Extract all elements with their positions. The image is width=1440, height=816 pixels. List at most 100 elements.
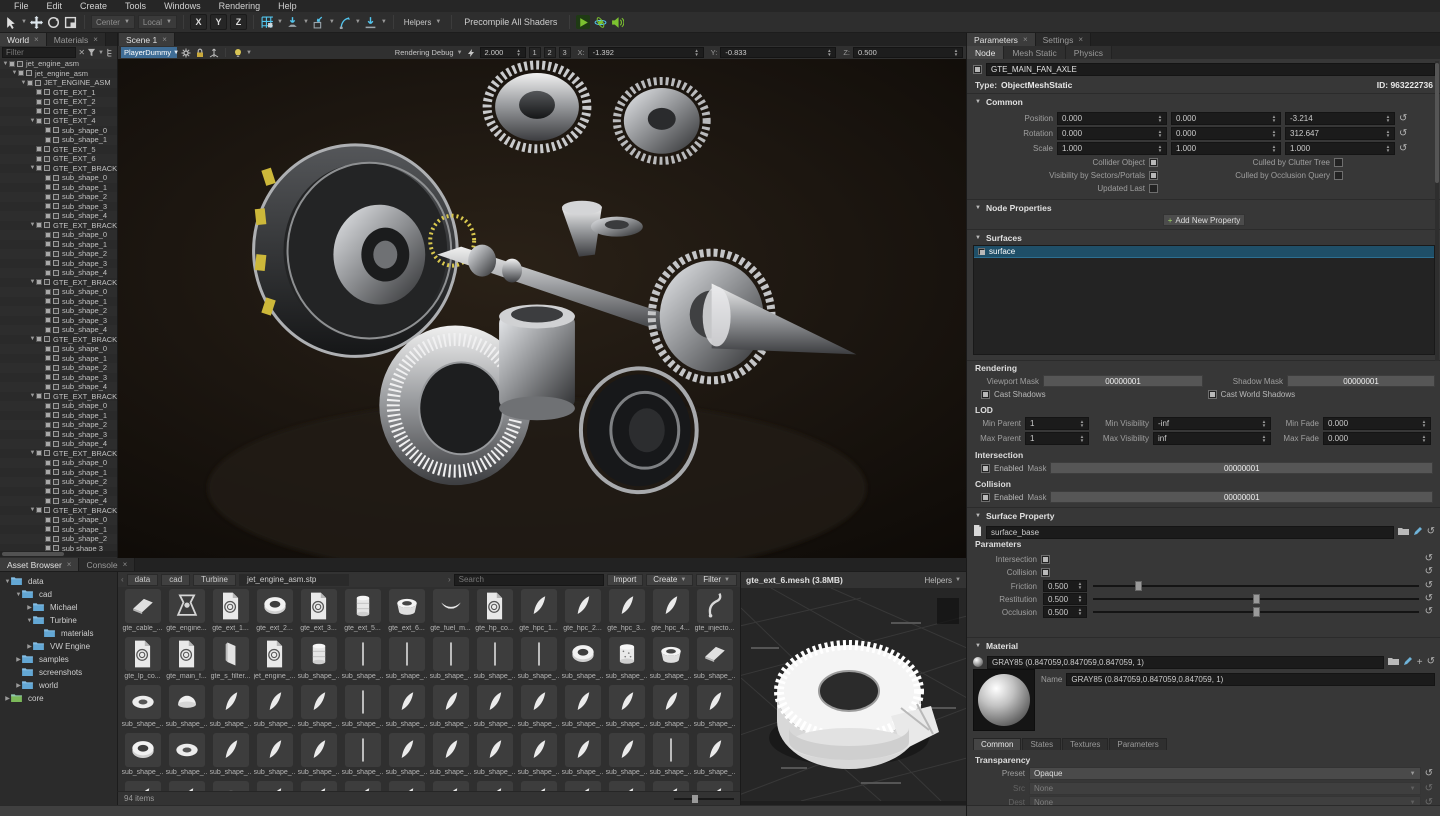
- node-enabled-checkbox[interactable]: [36, 222, 42, 228]
- visibility-sectors-checkbox[interactable]: [1149, 171, 1158, 180]
- node-enabled-checkbox[interactable]: [45, 289, 51, 295]
- camera-settings-gear-icon[interactable]: [180, 47, 191, 58]
- max-visibility-field[interactable]: inf: [1153, 432, 1271, 445]
- snap-rotate-dropdown-icon[interactable]: ▼: [355, 19, 361, 25]
- expand-arrow-icon[interactable]: ▼: [29, 507, 36, 513]
- node-enabled-checkbox[interactable]: [45, 203, 51, 209]
- expand-arrow-icon[interactable]: ▼: [2, 61, 9, 67]
- node-properties-header[interactable]: ▼Node Properties: [975, 203, 1052, 213]
- asset-tile-sub-shape[interactable]: sub_shape_...: [561, 637, 604, 684]
- node-enabled-checkbox[interactable]: [45, 317, 51, 323]
- y-coord-field[interactable]: -0.833: [720, 47, 836, 58]
- occlusion-reset-icon[interactable]: ↺: [1425, 607, 1433, 617]
- tree-node-sub-shape-3[interactable]: sub_shape_3: [0, 430, 117, 440]
- axis-x-button[interactable]: X: [190, 14, 207, 30]
- asset-tile-sub-shape[interactable]: [517, 781, 560, 791]
- shadow-mask-field[interactable]: 00000001: [1287, 375, 1435, 387]
- close-icon[interactable]: ×: [123, 560, 128, 569]
- asset-tile-sub-shape[interactable]: [297, 781, 340, 791]
- asset-tile-sub-shape[interactable]: [561, 781, 604, 791]
- surface-list-item[interactable]: surface: [974, 246, 1434, 258]
- asset-tile-gte-hp-co[interactable]: gte_hp_co...: [473, 589, 516, 636]
- material-tab-textures[interactable]: Textures: [1062, 738, 1108, 750]
- restitution-slider[interactable]: [1093, 598, 1419, 600]
- menu-windows[interactable]: Windows: [156, 1, 209, 11]
- select-tool-dropdown-icon[interactable]: ▼: [21, 19, 27, 25]
- tab-console[interactable]: Console×: [79, 558, 135, 571]
- snap-move-dropdown-icon[interactable]: ▼: [303, 19, 309, 25]
- node-enabled-checkbox[interactable]: [45, 137, 51, 143]
- occlusion-field[interactable]: 0.500: [1043, 606, 1087, 618]
- folder-vw-engine[interactable]: ▶VW Engine: [0, 640, 117, 653]
- rotation-y-field[interactable]: 0.000: [1171, 127, 1281, 140]
- asset-tile-sub-shape[interactable]: sub_shape_...: [429, 685, 472, 732]
- tree-node-sub-shape-3[interactable]: sub_shape_3: [0, 487, 117, 497]
- asset-tile-sub-shape[interactable]: sub_shape_...: [693, 685, 736, 732]
- node-enabled-checkbox[interactable]: [45, 431, 51, 437]
- expand-arrow-icon[interactable]: ▼: [20, 80, 27, 86]
- close-icon[interactable]: ×: [1078, 35, 1083, 44]
- tree-node-sub-shape-0[interactable]: sub_shape_0: [0, 173, 117, 183]
- expand-arrow-icon[interactable]: ▶: [4, 695, 11, 702]
- asset-tile-gte-lp-co[interactable]: gte_lp_co...: [121, 637, 164, 684]
- sp-collision-reset-icon[interactable]: ↺: [1425, 567, 1433, 577]
- node-enabled-checkbox[interactable]: [45, 251, 51, 257]
- asset-tile-sub-shape[interactable]: sub_shape_...: [297, 685, 340, 732]
- node-enabled-checkbox[interactable]: [45, 184, 51, 190]
- tree-node-gte-ext-bracket[interactable]: ▼GTE_EXT_BRACKET: [0, 506, 117, 516]
- drop-dropdown-icon[interactable]: ▼: [381, 19, 387, 25]
- node-enabled-checkbox[interactable]: [45, 469, 51, 475]
- material-tab-common[interactable]: Common: [973, 738, 1021, 750]
- sp-collision-checkbox[interactable]: [1041, 568, 1050, 577]
- node-enabled-checkbox[interactable]: [45, 365, 51, 371]
- precompile-shaders-button[interactable]: Precompile All Shaders: [458, 17, 563, 27]
- right-panel-scrollbar[interactable]: [1435, 61, 1439, 361]
- folder-screenshots[interactable]: screenshots: [0, 666, 117, 679]
- node-enabled-checkbox[interactable]: [45, 327, 51, 333]
- asset-tile-sub-shape[interactable]: [693, 781, 736, 791]
- drop-to-ground-icon[interactable]: [364, 15, 378, 29]
- node-enabled-checkbox[interactable]: [45, 517, 51, 523]
- snap-rotate-icon[interactable]: [338, 15, 352, 29]
- folder-cad[interactable]: ▼cad: [0, 588, 117, 601]
- helper-dropdown-icon[interactable]: ▼: [246, 50, 252, 56]
- intersection-enabled-checkbox[interactable]: [981, 464, 990, 473]
- node-enabled-checkbox[interactable]: [36, 336, 42, 342]
- node-enabled-checkbox[interactable]: [36, 108, 42, 114]
- node-enabled-checkbox[interactable]: [45, 213, 51, 219]
- node-enabled-checkbox[interactable]: [9, 61, 15, 67]
- asset-tile-sub-shape[interactable]: sub_shape_...: [473, 637, 516, 684]
- rendering-debug-dropdown-icon[interactable]: ▼: [457, 50, 463, 56]
- menu-tools[interactable]: Tools: [117, 1, 154, 11]
- asset-tile-sub-shape[interactable]: sub_shape_...: [209, 733, 252, 780]
- node-name-field[interactable]: GTE_MAIN_FAN_AXLE: [986, 63, 1435, 76]
- menu-edit[interactable]: Edit: [39, 1, 71, 11]
- subtab-physics[interactable]: Physics: [1066, 46, 1112, 59]
- subtab-mesh-static[interactable]: Mesh Static: [1004, 46, 1065, 59]
- asset-tile-sub-shape[interactable]: [341, 781, 384, 791]
- asset-tile-sub-shape[interactable]: [385, 781, 428, 791]
- asset-tile-sub-shape[interactable]: [429, 781, 472, 791]
- expand-arrow-icon[interactable]: ▶: [15, 656, 22, 663]
- asset-tile-sub-shape[interactable]: sub_shape_...: [341, 685, 384, 732]
- space-select[interactable]: Local▼: [138, 15, 177, 29]
- node-enabled-checkbox[interactable]: [36, 99, 42, 105]
- asset-tile-jet-engine[interactable]: jet_engine_...: [253, 637, 296, 684]
- asset-tile-sub-shape[interactable]: sub_shape_...: [605, 685, 648, 732]
- culled-by-clutter-tree-checkbox[interactable]: [1334, 158, 1343, 167]
- node-enabled-checkbox[interactable]: [45, 355, 51, 361]
- scale-tool-icon[interactable]: [64, 15, 78, 29]
- expand-arrow-icon[interactable]: ▼: [29, 279, 36, 285]
- material-display-name-field[interactable]: GRAY85 (0.847059,0.847059,0.847059, 1): [1066, 673, 1435, 686]
- material-edit-pencil-icon[interactable]: [1403, 653, 1413, 671]
- surface-checkbox[interactable]: [978, 248, 985, 255]
- node-enabled-checkbox[interactable]: [45, 232, 51, 238]
- collision-mask-field[interactable]: 00000001: [1050, 491, 1433, 503]
- min-fade-field[interactable]: 0.000: [1323, 417, 1431, 430]
- breadcrumb-forward-icon[interactable]: ›: [448, 575, 451, 584]
- asset-tile-sub-shape[interactable]: sub_shape_...: [649, 637, 692, 684]
- expand-arrow-icon[interactable]: ▶: [15, 682, 22, 689]
- tree-node-gte-ext-bracket[interactable]: ▼GTE_EXT_BRACKET: [0, 335, 117, 345]
- snap-surface-icon[interactable]: [312, 15, 326, 29]
- breadcrumb-turbine[interactable]: Turbine: [193, 574, 236, 586]
